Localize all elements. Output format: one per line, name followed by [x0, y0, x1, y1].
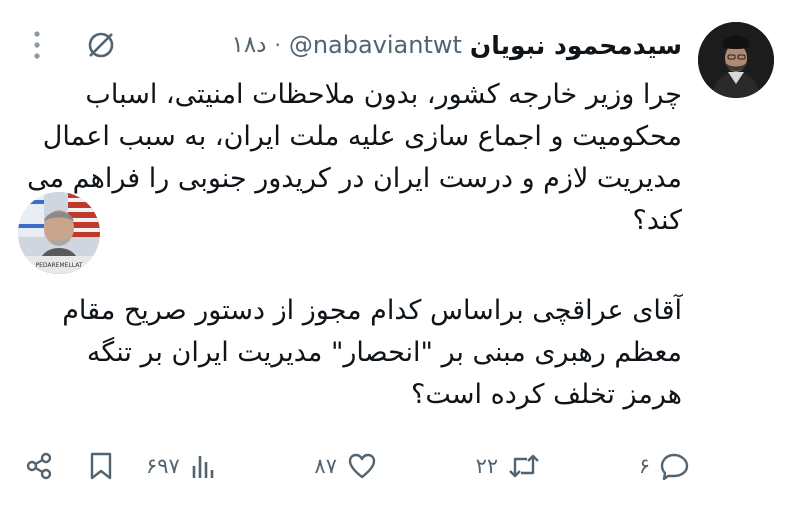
more-vertical-icon[interactable] [20, 28, 54, 62]
share-icon[interactable] [22, 449, 56, 483]
tweet-header: ۱۸د · @nabaviantwt سیدمحمود نبویان [20, 20, 682, 70]
author-row: ۱۸د · @nabaviantwt سیدمحمود نبویان [118, 31, 682, 60]
tweet-time[interactable]: ۱۸د [231, 32, 266, 58]
tweet-text: چرا وزیر خارجه کشور، بدون ملاحظات امنیتی… [22, 74, 682, 416]
tweet-paragraph-2: آقای عراقچی براساس کدام مجوز از دستور صر… [62, 295, 682, 410]
reply-icon [660, 452, 690, 480]
heart-icon [347, 452, 377, 480]
retweets-count: ۲۲ [475, 454, 499, 478]
tweet-paragraph-1: چرا وزیر خارجه کشور، بدون ملاحظات امنیتی… [27, 79, 682, 236]
likes-count: ۸۷ [314, 454, 337, 478]
bookmark-icon[interactable] [84, 449, 118, 483]
views-count: ۶۹۷ [146, 454, 180, 478]
author-handle[interactable]: @nabaviantwt [289, 31, 462, 59]
grok-icon[interactable] [84, 28, 118, 62]
views-icon [190, 452, 216, 480]
retweet-icon [508, 452, 540, 480]
views-action[interactable]: ۶۹۷ [146, 452, 216, 480]
header-icons [20, 28, 118, 62]
action-bar-left: ۶۹۷ [22, 449, 216, 483]
action-bar: ۶۹۷ ۸۷ ۲۲ ۶ [22, 446, 690, 486]
reply-action[interactable]: ۶ [639, 452, 690, 480]
separator-dot: · [274, 33, 281, 57]
retweet-action[interactable]: ۲۲ [476, 452, 541, 480]
author-display-name[interactable]: سیدمحمود نبویان [470, 31, 682, 60]
replies-count: ۶ [638, 454, 650, 478]
like-action[interactable]: ۸۷ [314, 452, 377, 480]
author-avatar[interactable] [698, 22, 774, 98]
